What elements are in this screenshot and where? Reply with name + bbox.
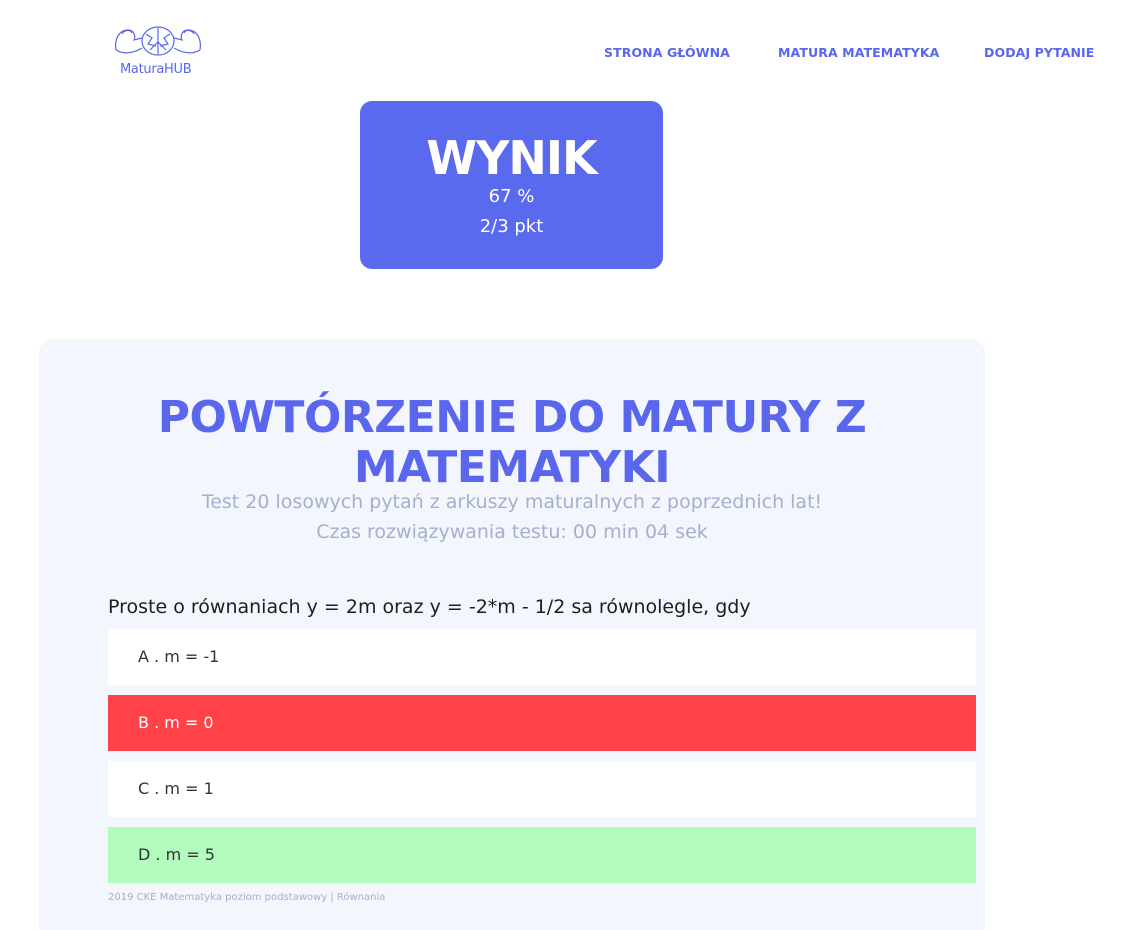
score-card: WYNIK 67 % 2/3 pkt	[360, 101, 663, 269]
quiz-subtitle: Test 20 losowych pytań z arkuszy matural…	[201, 491, 823, 513]
question-text: Proste o równaniach y = 2m oraz y = -2*m…	[108, 596, 751, 618]
answer-c[interactable]: C . m = 1	[108, 761, 976, 817]
quiz-title: POWTÓRZENIE DO MATURY Z MATEMATYKI	[157, 392, 867, 493]
score-title: WYNIK	[426, 131, 597, 185]
question-source: 2019 CKE Matematyka poziom podstawowy | …	[108, 892, 386, 903]
nav-add-question[interactable]: DODAJ PYTANIE	[984, 45, 1094, 60]
quiz-timer: Czas rozwiązywania testu: 00 min 04 sek	[316, 521, 708, 543]
nav-matura-matematyka[interactable]: MATURA MATEMATYKA	[778, 45, 939, 60]
score-percent: 67 %	[488, 186, 535, 207]
logo[interactable]: MaturaHUB	[110, 24, 206, 82]
score-points: 2/3 pkt	[479, 216, 544, 237]
answer-a[interactable]: A . m = -1	[108, 629, 976, 685]
brain-muscle-icon	[115, 26, 201, 56]
answer-d[interactable]: D . m = 5	[108, 827, 976, 883]
logo-text: MaturaHUB	[120, 62, 192, 77]
answer-b[interactable]: B . m = 0	[108, 695, 976, 751]
nav-home[interactable]: STRONA GŁÓWNA	[604, 45, 730, 60]
quiz-panel: POWTÓRZENIE DO MATURY Z MATEMATYKI Test …	[39, 339, 985, 930]
